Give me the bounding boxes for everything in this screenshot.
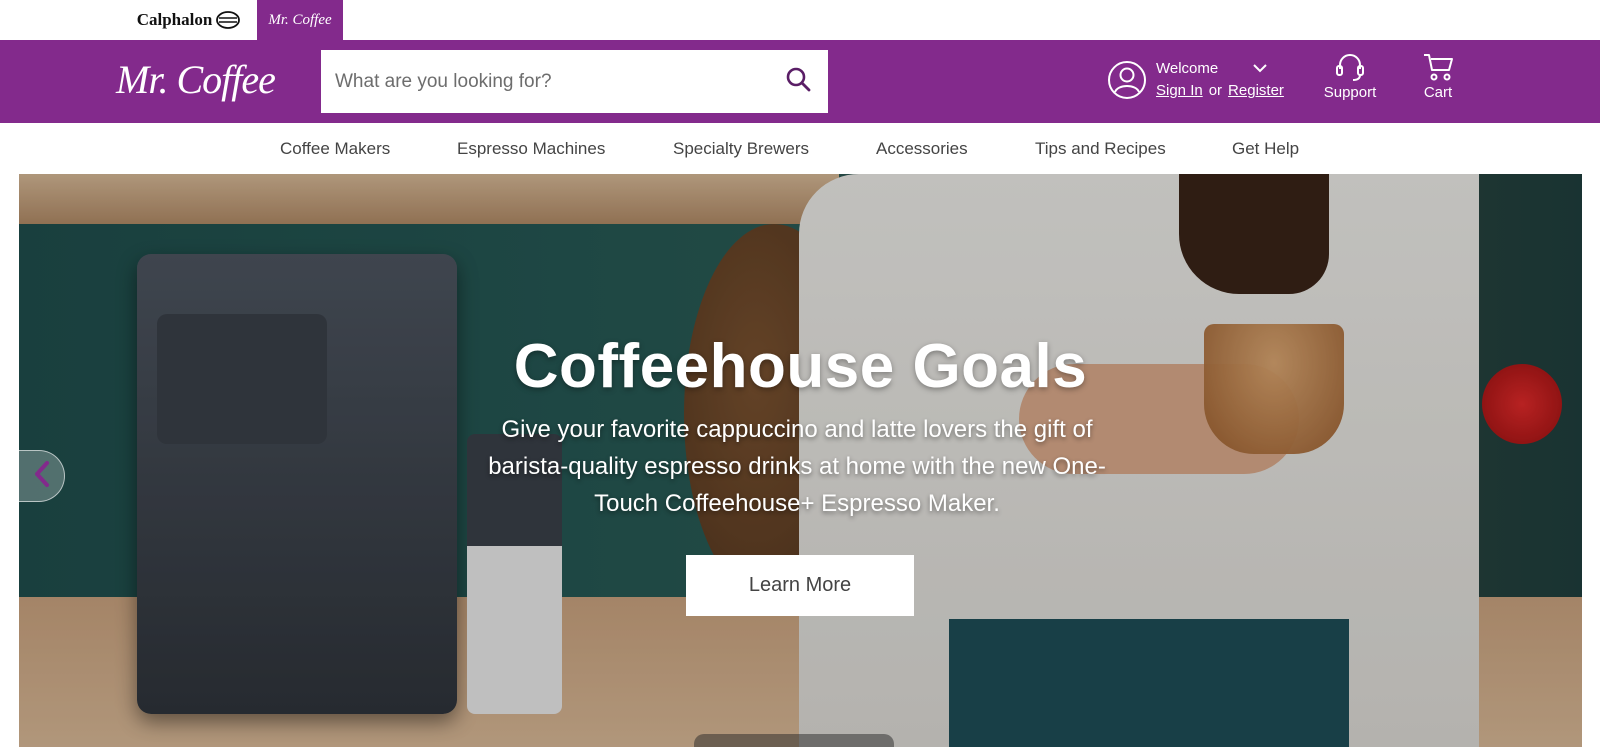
- search-icon: [785, 66, 811, 97]
- chevron-left-icon: [33, 460, 51, 493]
- user-avatar-icon[interactable]: [1107, 60, 1147, 100]
- support-button[interactable]: Support: [1318, 52, 1382, 101]
- brand-switcher-bar: Calphalon Mr. Coffee: [0, 0, 1600, 40]
- headset-icon: [1318, 52, 1382, 82]
- support-label: Support: [1323, 84, 1377, 101]
- nav-item-accessories[interactable]: Accessories: [876, 123, 968, 174]
- main-nav: Coffee Makers Espresso Machines Specialt…: [0, 123, 1600, 174]
- hero-title: Coffeehouse Goals: [513, 332, 1088, 401]
- search-input[interactable]: [321, 50, 761, 113]
- brand-tab-mrcoffee[interactable]: Mr. Coffee: [257, 0, 343, 40]
- calphalon-logo-icon: [216, 11, 241, 29]
- mrcoffee-tab-label: Mr. Coffee: [268, 11, 332, 28]
- site-header: Mr. Coffee Welcome Sign In or Register: [0, 40, 1600, 123]
- welcome-label: Welcome: [1156, 59, 1219, 77]
- hero-description: Give your favorite cappuccino and latte …: [488, 416, 1106, 517]
- nav-item-espresso-machines[interactable]: Espresso Machines: [457, 123, 605, 174]
- calphalon-logo-text: Calphalon: [136, 10, 213, 29]
- account-menu: Welcome Sign In or Register: [1107, 58, 1284, 100]
- nav-item-get-help[interactable]: Get Help: [1232, 123, 1299, 174]
- carousel-indicator: [694, 734, 894, 747]
- search-button[interactable]: [768, 50, 828, 113]
- account-text: Welcome Sign In or Register: [1156, 58, 1284, 100]
- learn-more-button[interactable]: Learn More: [686, 555, 914, 616]
- register-link[interactable]: Register: [1228, 82, 1284, 99]
- cart-icon: [1416, 52, 1460, 82]
- cart-label: Cart: [1423, 84, 1453, 101]
- search-bar: [321, 50, 828, 113]
- welcome-dropdown[interactable]: Welcome: [1156, 58, 1284, 78]
- sign-in-link[interactable]: Sign In: [1156, 82, 1203, 99]
- chevron-down-icon: [1252, 60, 1268, 77]
- nav-item-specialty-brewers[interactable]: Specialty Brewers: [673, 123, 809, 174]
- mrcoffee-logo[interactable]: Mr. Coffee: [116, 54, 276, 106]
- hero-banner: Coffeehouse Goals Give your favorite cap…: [19, 174, 1582, 747]
- nav-item-coffee-makers[interactable]: Coffee Makers: [280, 123, 390, 174]
- auth-links: Sign In or Register: [1156, 82, 1284, 99]
- or-text: or: [1208, 82, 1223, 99]
- nav-item-tips-and-recipes[interactable]: Tips and Recipes: [1035, 123, 1166, 174]
- cart-button[interactable]: Cart: [1416, 52, 1460, 101]
- brand-tab-calphalon[interactable]: Calphalon: [120, 0, 257, 40]
